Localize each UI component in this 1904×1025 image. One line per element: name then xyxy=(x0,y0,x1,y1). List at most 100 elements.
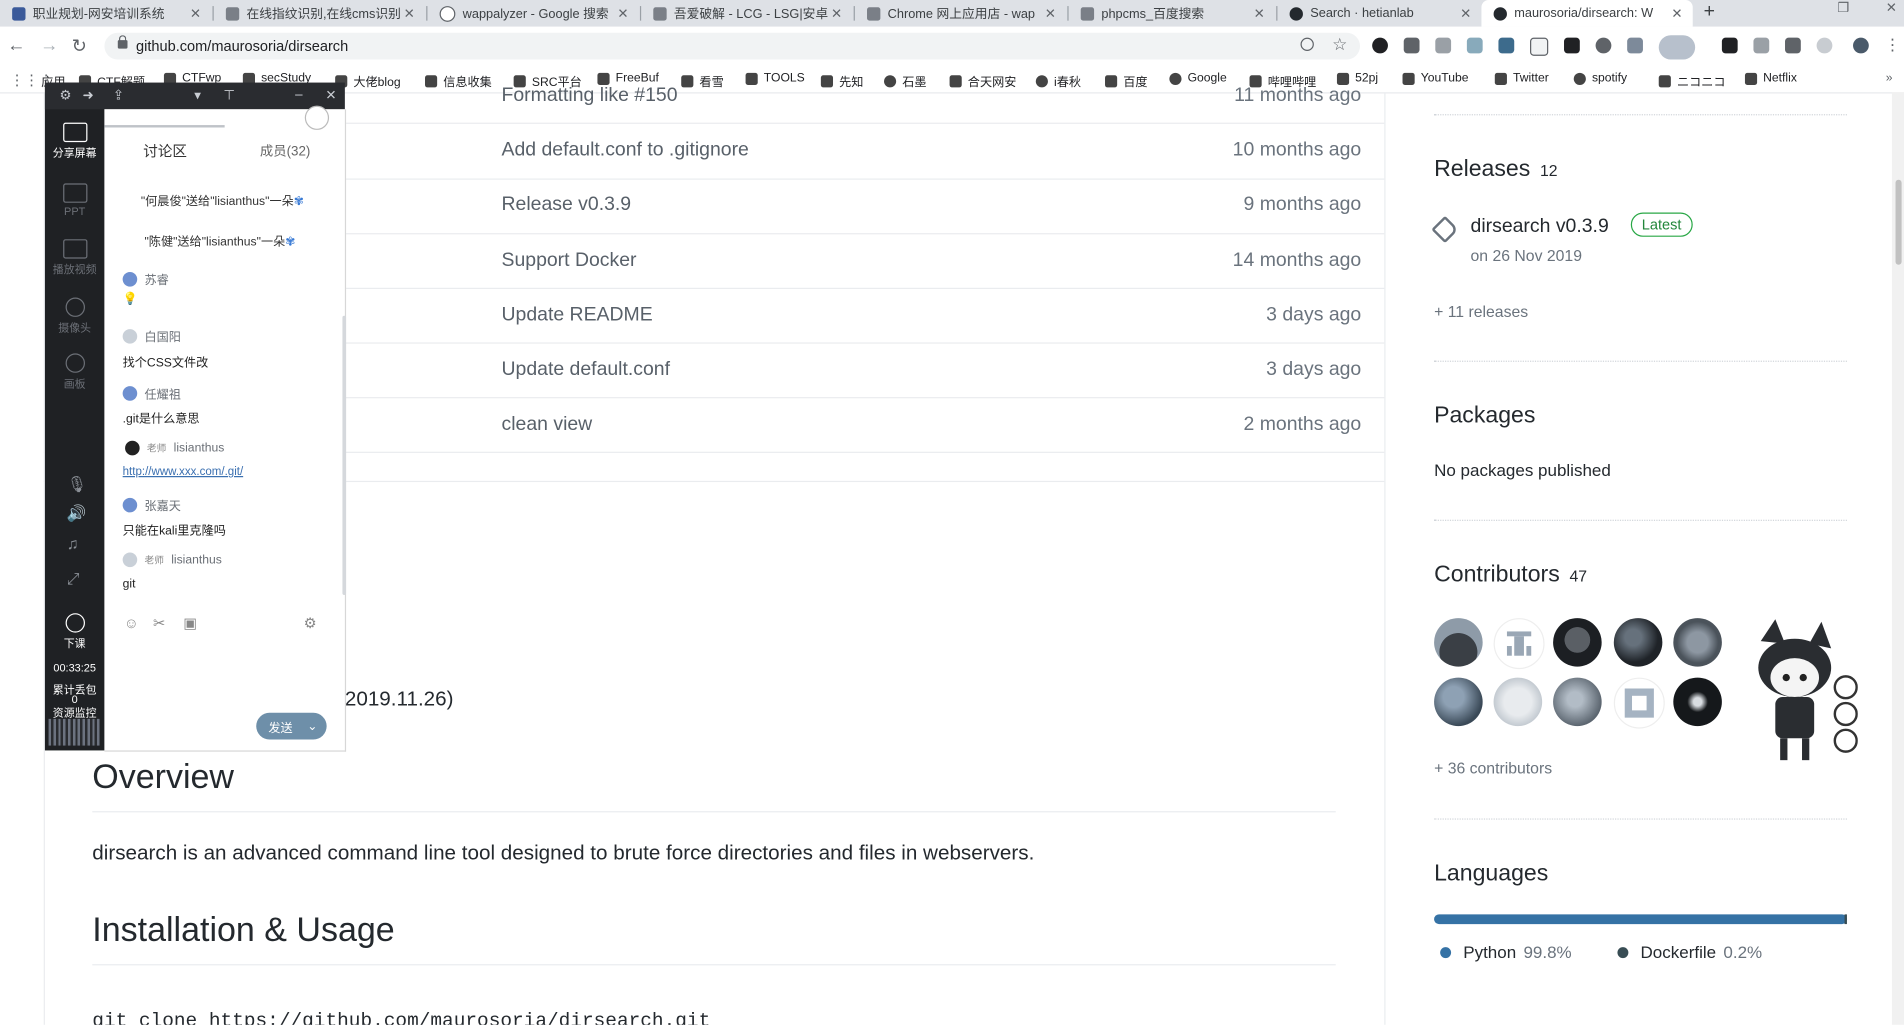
avatar[interactable] xyxy=(1613,618,1663,667)
bookmark-item[interactable]: Google xyxy=(1169,72,1227,85)
bookmark-item[interactable]: Netflix xyxy=(1744,72,1797,85)
scissors-icon[interactable]: ✂ xyxy=(153,614,165,631)
close-icon[interactable]: ✕ xyxy=(828,5,845,22)
bookmark-item[interactable]: ニコニコ xyxy=(1658,72,1726,90)
bookmark-item[interactable]: 先知 xyxy=(820,72,863,90)
settings-icon[interactable]: ⚙ xyxy=(60,87,72,104)
commit-message-link[interactable]: Release v0.3.9 xyxy=(502,194,632,216)
forward-icon[interactable]: → xyxy=(40,35,58,56)
language-dockerfile[interactable]: Dockerfile 0.2% xyxy=(1617,942,1762,962)
bookmark-item[interactable]: 52pj xyxy=(1336,72,1378,85)
back-icon[interactable]: ← xyxy=(7,35,25,56)
send-button[interactable]: 发送 ⌄ xyxy=(256,712,327,740)
close-icon[interactable]: ✕ xyxy=(1251,5,1268,22)
extension-icon[interactable] xyxy=(1498,37,1515,54)
extension-icon[interactable] xyxy=(1753,37,1770,54)
new-tab-button[interactable]: + xyxy=(1704,1,1715,23)
releases-heading[interactable]: Releases 12 xyxy=(1434,157,1557,184)
bookmark-item[interactable]: 百度 xyxy=(1105,72,1148,90)
share-screen-button[interactable]: 分享屏幕 xyxy=(45,122,105,161)
more-contributors-link[interactable]: + 36 contributors xyxy=(1434,759,1552,777)
zoom-icon[interactable] xyxy=(1300,37,1314,52)
scrollbar-thumb[interactable] xyxy=(1895,179,1902,265)
commit-message-link[interactable]: Update default.conf xyxy=(502,359,671,381)
extension-icon[interactable] xyxy=(1372,37,1388,54)
close-icon[interactable]: ✕ xyxy=(325,87,336,104)
packages-heading[interactable]: Packages xyxy=(1434,403,1535,430)
extension-icon[interactable] xyxy=(1627,37,1643,54)
settings-icon[interactable]: ⚙ xyxy=(304,614,317,631)
avatar[interactable] xyxy=(1853,37,1869,54)
browser-tab[interactable]: 职业规划-网安培训系统 ✕ xyxy=(0,0,211,27)
end-class-button[interactable]: 下课 xyxy=(45,613,105,651)
avatar[interactable] xyxy=(1434,618,1483,667)
microphone-icon[interactable]: 🎙 xyxy=(67,475,87,494)
browser-tab[interactable]: Search · hetianlab ✕ xyxy=(1277,0,1481,27)
image-icon[interactable]: ▣ xyxy=(183,614,197,631)
latest-release-link[interactable]: dirsearch v0.3.9 xyxy=(1471,216,1609,238)
music-icon[interactable]: ♫ xyxy=(67,534,79,552)
browser-tab[interactable]: 吾爱破解 - LCG - LSG|安卓 ✕ xyxy=(641,0,852,27)
restore-window-icon[interactable]: ❐ xyxy=(1837,0,1849,16)
extension-icon[interactable] xyxy=(1466,37,1483,54)
speaker-icon[interactable]: 🔊 xyxy=(67,504,87,523)
whiteboard-button[interactable]: 画板 xyxy=(45,353,105,391)
forward-icon[interactable]: ➜ xyxy=(83,87,94,104)
contributors-heading[interactable]: Contributors 47 xyxy=(1434,562,1587,589)
commit-message-link[interactable]: Add default.conf to .gitignore xyxy=(502,140,749,162)
extension-icon[interactable] xyxy=(1595,37,1612,54)
commit-message-link[interactable]: Update README xyxy=(502,305,653,327)
chat-scrollbar[interactable] xyxy=(342,315,347,596)
reload-icon[interactable]: ↻ xyxy=(72,35,87,57)
minimize-icon[interactable]: – xyxy=(295,87,302,102)
avatar[interactable] xyxy=(1613,677,1665,729)
tab-members[interactable]: 成员(32) xyxy=(260,141,310,160)
more-releases-link[interactable]: + 11 releases xyxy=(1434,302,1528,320)
bookmark-item[interactable]: 看雪 xyxy=(681,72,724,90)
browser-tab-active[interactable]: maurosoria/dirsearch: W ✕ xyxy=(1481,0,1693,27)
avatar[interactable] xyxy=(1553,618,1602,667)
browser-tab[interactable]: Chrome 网上应用店 - wap ✕ xyxy=(855,0,1066,27)
more-bookmarks-icon[interactable]: » xyxy=(1886,72,1893,85)
browser-tab[interactable]: wappalyzer - Google 搜索 ✕ xyxy=(427,0,638,27)
bookmark-item[interactable]: spotify xyxy=(1573,72,1627,85)
bookmark-item[interactable]: 信息收集 xyxy=(425,72,492,90)
share-icon[interactable]: ⇪ xyxy=(113,87,124,104)
extension-icon[interactable] xyxy=(1435,37,1452,54)
avatar[interactable] xyxy=(1553,677,1602,727)
ppt-button[interactable]: PPT xyxy=(45,183,105,217)
close-icon[interactable]: ✕ xyxy=(1457,5,1474,22)
extension-icon[interactable] xyxy=(1564,37,1580,54)
close-icon[interactable]: ✕ xyxy=(187,5,204,22)
fullscreen-icon[interactable]: ⤢ xyxy=(67,570,80,589)
close-icon[interactable]: ✕ xyxy=(401,5,418,22)
extension-icon[interactable] xyxy=(1403,37,1420,54)
extension-icon[interactable] xyxy=(1816,37,1833,54)
avatar[interactable] xyxy=(1493,618,1545,670)
bookmark-item[interactable]: FreeBuf xyxy=(597,72,659,85)
commit-message-link[interactable]: Formatting like #150 xyxy=(502,85,678,107)
bookmark-item[interactable]: i春秋 xyxy=(1035,72,1081,90)
avatar[interactable] xyxy=(1493,677,1543,727)
tab-discussion[interactable]: 讨论区 xyxy=(143,141,187,162)
chevron-down-icon[interactable]: ▾ xyxy=(194,87,201,104)
close-icon[interactable]: ✕ xyxy=(1042,5,1059,22)
avatar[interactable] xyxy=(1673,677,1722,727)
extension-icon[interactable] xyxy=(1785,37,1801,54)
avatar[interactable] xyxy=(1673,618,1722,667)
commit-message-link[interactable]: Support Docker xyxy=(502,250,637,272)
avatar[interactable] xyxy=(1434,677,1483,727)
browser-tab[interactable]: phpcms_百度搜索 ✕ xyxy=(1069,0,1275,27)
chevron-down-icon[interactable]: ⌄ xyxy=(307,719,317,732)
language-python[interactable]: Python 99.8% xyxy=(1440,942,1572,962)
pin-icon[interactable]: ⊤ xyxy=(223,87,235,104)
close-window-icon[interactable]: ✕ xyxy=(1886,0,1897,16)
bookmark-item[interactable]: Twitter xyxy=(1494,72,1549,85)
emoji-icon[interactable]: ☺ xyxy=(124,614,139,631)
play-video-button[interactable]: 播放视频 xyxy=(45,239,105,277)
settings-icon[interactable] xyxy=(304,105,330,130)
chat-message-link[interactable]: http://www.xxx.com/.git/ xyxy=(123,465,244,478)
url-text[interactable]: github.com/maurosoria/dirsearch xyxy=(136,38,348,55)
commit-message-link[interactable]: clean view xyxy=(502,414,593,436)
close-icon[interactable]: ✕ xyxy=(614,5,631,22)
